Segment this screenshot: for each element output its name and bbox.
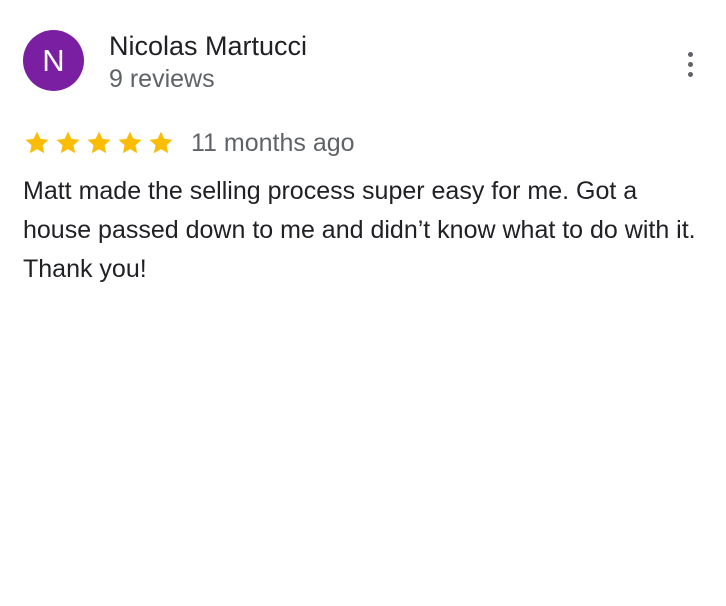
avatar-initial: N <box>42 43 65 78</box>
more-options-button[interactable] <box>672 46 708 82</box>
reviewer-review-count[interactable]: 9 reviews <box>109 65 215 94</box>
star-icon <box>87 131 111 154</box>
star-icon <box>149 131 173 154</box>
star-icon <box>118 131 142 154</box>
avatar[interactable]: N <box>23 30 84 91</box>
review-date: 11 months ago <box>191 128 355 157</box>
review-card: N Nicolas Martucci 9 reviews 11 months a… <box>0 0 726 606</box>
more-vert-icon <box>687 49 693 79</box>
rating-row: 11 months ago <box>23 128 355 158</box>
star-icon <box>56 131 80 154</box>
star-rating <box>23 129 178 157</box>
review-text: Matt made the selling process super easy… <box>23 177 696 283</box>
star-icon <box>25 131 49 154</box>
reviewer-name[interactable]: Nicolas Martucci <box>109 31 307 62</box>
